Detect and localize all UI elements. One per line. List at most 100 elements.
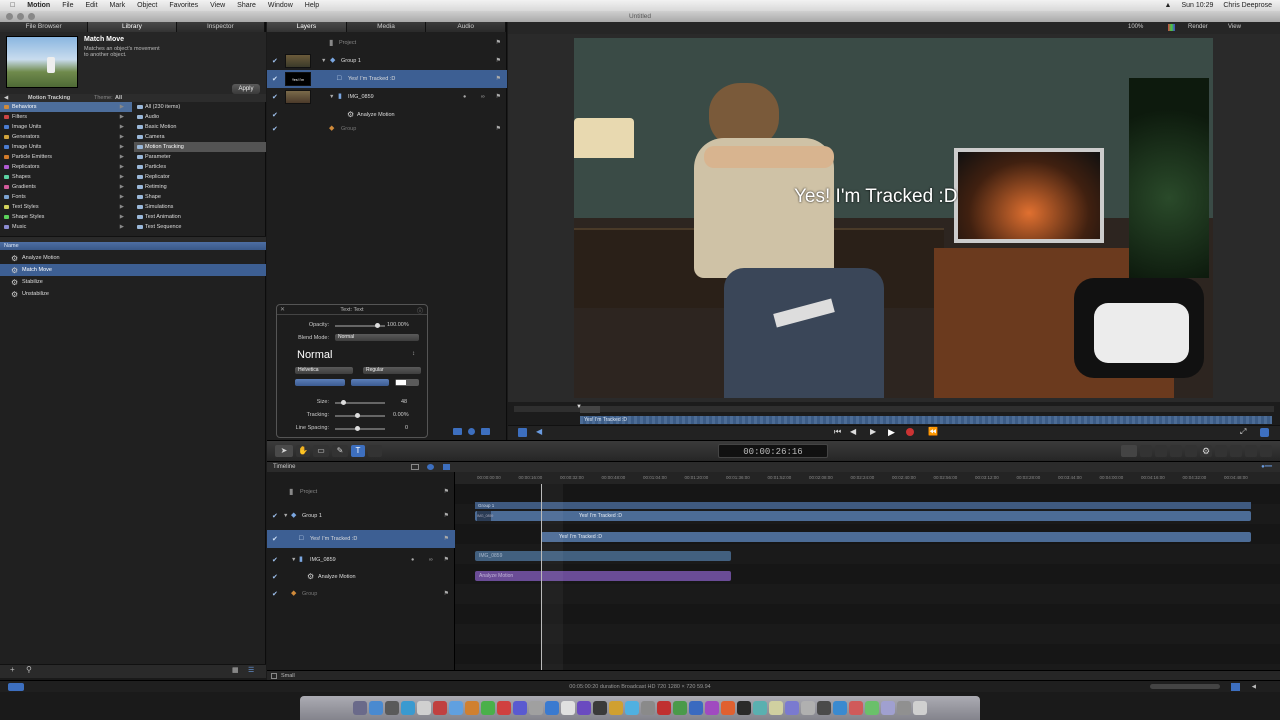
- tl-row-text[interactable]: ✔ □ Yes! I'm Tracked :D ⚑: [267, 530, 455, 548]
- mini-clip-bar[interactable]: Yes! I'm Tracked :D: [580, 416, 1272, 424]
- tracking-knob[interactable]: [355, 413, 360, 418]
- line-spacing-knob[interactable]: [355, 426, 360, 431]
- category-item[interactable]: Shape Styles ▶: [0, 212, 132, 222]
- behavior-item[interactable]: ⚙ Match Move: [0, 264, 266, 276]
- category-item[interactable]: Gradients ▶: [0, 182, 132, 192]
- dock-app-icon[interactable]: [593, 701, 607, 715]
- dock-app-icon[interactable]: [369, 701, 383, 715]
- rewind-icon[interactable]: ⏪: [928, 427, 938, 436]
- category-item[interactable]: Image Units ▶: [0, 142, 132, 152]
- play-icon[interactable]: ▶: [888, 427, 895, 438]
- menu-file[interactable]: File: [56, 0, 79, 11]
- back-arrow-icon[interactable]: ◀: [4, 94, 8, 102]
- grid-view-icon[interactable]: ▦: [232, 666, 239, 674]
- img-clip-bar[interactable]: IMG_0859: [475, 551, 731, 561]
- dock-app-icon[interactable]: [625, 701, 639, 715]
- timeline-ruler[interactable]: 00:00:00:00 00:00:16:00 00:00:32:00 00:00:4…: [455, 472, 1280, 484]
- line-spacing-value[interactable]: 0: [405, 425, 408, 431]
- dock-app-icon[interactable]: [881, 701, 895, 715]
- go-to-start-icon[interactable]: ⏮: [834, 427, 841, 437]
- dock-app-icon[interactable]: [833, 701, 847, 715]
- zoom-slider-icon[interactable]: ●━━: [1261, 462, 1272, 472]
- step-back-icon[interactable]: ◀: [850, 427, 856, 436]
- group-1-clip[interactable]: IMG_0859 Yes! I'm Tracked :D: [475, 511, 1251, 521]
- subcategory-item[interactable]: Basic Motion: [134, 122, 266, 132]
- size-value[interactable]: 48: [401, 399, 407, 405]
- view-icon[interactable]: [481, 428, 490, 435]
- layer-row-text[interactable]: ✔ Yes! I'm Tracked □ Yes! I'm Tracked :D…: [267, 70, 507, 88]
- subcategory-item[interactable]: Particles: [134, 162, 266, 172]
- subcategory-item[interactable]: Audio: [134, 112, 266, 122]
- playhead-icon[interactable]: ▼: [576, 404, 582, 410]
- subcategory-item[interactable]: Shape: [134, 192, 266, 202]
- subcategory-item[interactable]: Parameter: [134, 152, 266, 162]
- dock-app-icon[interactable]: [385, 701, 399, 715]
- font-family-popup[interactable]: Helvetica: [295, 367, 353, 374]
- tab-layers[interactable]: Layers: [267, 22, 347, 32]
- mask-icon[interactable]: ∞: [429, 551, 433, 569]
- dock-app-icon[interactable]: [913, 701, 927, 715]
- visibility-checkbox[interactable]: ✔: [272, 590, 278, 598]
- audio-icon[interactable]: ◀: [1252, 681, 1256, 693]
- lock-icon[interactable]: ⚑: [496, 88, 501, 106]
- analyze-motion-bar[interactable]: Analyze Motion: [475, 571, 731, 581]
- dot-icon[interactable]: [468, 428, 475, 435]
- category-item[interactable]: Filters ▶: [0, 112, 132, 122]
- dock-app-icon[interactable]: [689, 701, 703, 715]
- disclosure-triangle-icon[interactable]: ▼: [291, 551, 296, 569]
- color-well[interactable]: [395, 379, 419, 386]
- view-icon[interactable]: [411, 464, 419, 470]
- minimize-button[interactable]: [17, 13, 24, 20]
- dock-app-icon[interactable]: [401, 701, 415, 715]
- fullscreen-icon[interactable]: ⤢: [1240, 427, 1246, 437]
- layout-icon[interactable]: [1245, 445, 1257, 457]
- dock-app-icon[interactable]: [353, 701, 367, 715]
- subcategory-item[interactable]: Text Animation: [134, 212, 266, 222]
- select-tool-icon[interactable]: ➤: [275, 445, 293, 457]
- tab-media[interactable]: Media: [347, 22, 427, 32]
- visibility-checkbox[interactable]: ✔: [272, 512, 278, 520]
- gear-icon[interactable]: ⚙: [1200, 445, 1212, 457]
- timecode-display[interactable]: 00:00:26:16: [718, 444, 828, 458]
- menubar-user[interactable]: Chris Deeprose: [1223, 0, 1272, 11]
- light-icon[interactable]: [1140, 445, 1152, 457]
- playhead[interactable]: [541, 484, 542, 670]
- behavior-item[interactable]: ⚙ Stabilize: [0, 276, 266, 288]
- shape-tool-icon[interactable]: ▭: [313, 445, 329, 457]
- text-style-preset[interactable]: Normal: [297, 349, 332, 361]
- subcategory-item[interactable]: All (230 items): [134, 102, 266, 112]
- audio-icon[interactable]: ◀: [536, 427, 542, 436]
- pen-tool-icon[interactable]: ✎: [332, 445, 348, 457]
- lock-icon[interactable]: ⚑: [496, 34, 501, 52]
- dock-app-icon[interactable]: [705, 701, 719, 715]
- tab-audio[interactable]: Audio: [426, 22, 507, 32]
- list-view-icon[interactable]: ☰: [248, 666, 254, 674]
- layer-row-img[interactable]: ✔ ▼ ▮ IMG_0859 ● ∞ ⚑: [267, 88, 507, 106]
- tracking-slider[interactable]: [335, 415, 385, 417]
- tracked-text-overlay[interactable]: Yes! I'm Tracked :D: [794, 186, 957, 208]
- menu-mark[interactable]: Mark: [104, 0, 132, 11]
- view-icon[interactable]: [453, 428, 462, 435]
- dock-app-icon[interactable]: [849, 701, 863, 715]
- lock-icon[interactable]: ⚑: [444, 585, 449, 603]
- project-settings-icon[interactable]: [8, 683, 24, 691]
- menu-app[interactable]: Motion: [21, 0, 56, 11]
- tl-row-img[interactable]: ✔ ▼ ▮ IMG_0859 ● ∞ ⚑: [267, 551, 455, 569]
- category-item[interactable]: Text Styles ▶: [0, 202, 132, 212]
- view-popup[interactable]: View: [1228, 24, 1241, 30]
- cycle-icon[interactable]: [1260, 428, 1269, 437]
- dot-icon[interactable]: ●: [463, 88, 466, 106]
- category-item[interactable]: Replicators ▶: [0, 162, 132, 172]
- disclosure-triangle-icon[interactable]: ▼: [283, 507, 288, 525]
- visibility-checkbox[interactable]: ✔: [272, 535, 278, 543]
- lock-icon[interactable]: ⚑: [496, 70, 501, 88]
- dock-app-icon[interactable]: [769, 701, 783, 715]
- zoom-button[interactable]: [28, 13, 35, 20]
- dock-app-icon[interactable]: [753, 701, 767, 715]
- blend-mode-popup[interactable]: Normal: [335, 334, 419, 341]
- visibility-checkbox[interactable]: ✔: [272, 125, 278, 133]
- font-weight-popup[interactable]: Regular: [363, 367, 421, 374]
- hud-icon[interactable]: [1215, 445, 1227, 457]
- dot-icon[interactable]: ●: [411, 551, 414, 569]
- dock-app-icon[interactable]: [545, 701, 559, 715]
